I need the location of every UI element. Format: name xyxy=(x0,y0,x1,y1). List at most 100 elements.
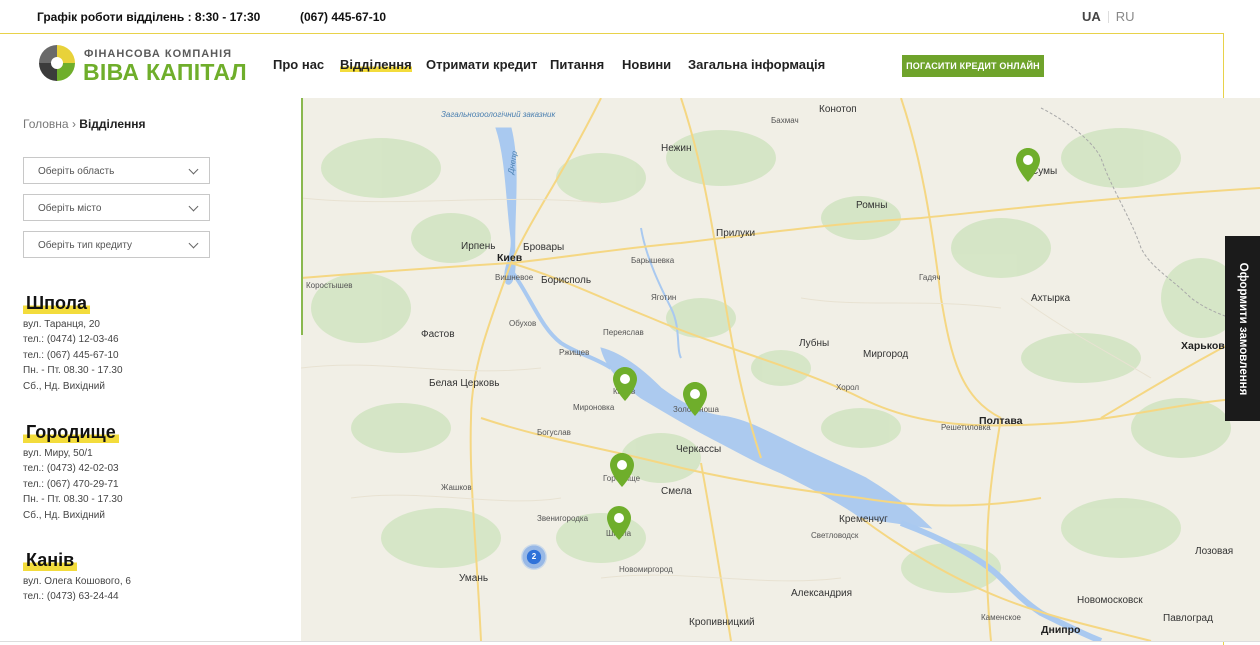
map-label-city: Фастов xyxy=(421,329,455,340)
map-label-city: Ахтырка xyxy=(1031,293,1071,304)
breadcrumb-home[interactable]: Головна xyxy=(23,117,69,131)
order-side-tab-label: Оформити замовлення xyxy=(1236,262,1249,395)
map-label-city: Смела xyxy=(661,486,692,497)
map-label-city: Бровары xyxy=(523,242,565,253)
map-label-city: Ирпень xyxy=(461,241,496,252)
logo-mark-icon xyxy=(39,45,75,81)
map-label-town: Хорол xyxy=(836,383,860,392)
logo-title: ВІВА КАПІТАЛ xyxy=(83,59,247,85)
lang-divider xyxy=(1107,11,1109,23)
map-label-town: Барышевка xyxy=(631,256,675,265)
branch-card: Канів вул. Олега Кошового, 6 тел.: (0473… xyxy=(23,549,131,605)
branches-map[interactable]: Загальнозоологічний заказник Днепр Киев … xyxy=(301,98,1260,641)
breadcrumb-separator: › xyxy=(71,117,76,131)
map-label-town: Каменское xyxy=(981,613,1021,622)
map-label-city: Полтава xyxy=(979,415,1023,427)
branch-name: Канів xyxy=(23,549,78,571)
branch-card: Шпола вул. Таранця, 20 тел.: (0474) 12-0… xyxy=(23,292,123,394)
map-label-zakaznik: Загальнозоологічний заказник xyxy=(441,110,556,119)
top-bar: Графік роботи відділень : 8:30 - 17:30 (… xyxy=(0,0,1260,34)
nav-get-credit[interactable]: Отримати кредит xyxy=(426,57,537,72)
map-pin-icon[interactable] xyxy=(607,506,631,540)
credit-type-select[interactable]: Оберіть тип кредиту xyxy=(23,231,210,258)
branch-phone[interactable]: тел.: (067) 470-29-71 xyxy=(23,477,123,492)
map-label-town: Богуслав xyxy=(537,428,571,437)
map-label-city: Павлоград xyxy=(1163,613,1213,624)
branch-weekend: Сб., Нд. Вихідний xyxy=(23,509,105,521)
work-schedule: Графік роботи відділень : 8:30 - 17:30 xyxy=(37,10,261,24)
nav-news[interactable]: Новини xyxy=(622,57,671,72)
map-label-city: Борисполь xyxy=(541,275,592,286)
branch-phone[interactable]: тел.: (0473) 63-24-44 xyxy=(23,589,131,604)
branch-name: Городище xyxy=(23,421,119,443)
map-label-town: Новомиргород xyxy=(619,565,673,574)
map-label-city: Лубны xyxy=(799,338,830,349)
lang-ua[interactable]: UA xyxy=(1082,9,1101,24)
map-label-town: Обухов xyxy=(509,319,537,328)
map-label-city: Лозовая xyxy=(1195,546,1234,557)
map-cluster-marker[interactable]: 2 xyxy=(521,544,547,570)
map-label-town: Светловодск xyxy=(811,531,859,540)
pay-credit-online-button[interactable]: ПОГАСИТИ КРЕДИТ ОНЛАЙН xyxy=(902,55,1044,77)
language-switcher: UA RU xyxy=(1082,9,1135,24)
order-side-tab[interactable]: Оформити замовлення xyxy=(1225,236,1260,421)
map-pin-icon[interactable] xyxy=(1016,148,1040,182)
credit-type-select-value: Оберіть тип кредиту xyxy=(38,240,133,251)
branch-name: Шпола xyxy=(23,292,90,314)
map-pin-icon[interactable] xyxy=(610,453,634,487)
map-label-city: Черкассы xyxy=(676,444,722,455)
map-base xyxy=(301,98,1260,641)
map-label-city: Нежин xyxy=(661,143,692,154)
map-label-town: Мироновка xyxy=(573,403,615,412)
map-label-city: Кременчуг xyxy=(839,514,888,525)
branch-hours: Пн. - Пт. 08.30 - 17.30 xyxy=(23,494,123,506)
map-label-city: Новомосковск xyxy=(1077,595,1143,606)
map-label-city: Ромны xyxy=(856,200,888,211)
branch-address: вул. Таранця, 20 xyxy=(23,319,100,330)
nav-about[interactable]: Про нас xyxy=(273,57,324,72)
chevron-down-icon xyxy=(188,164,199,175)
branch-card: Городище вул. Миру, 50/1 тел.: (0473) 42… xyxy=(23,421,123,523)
nav-questions[interactable]: Питання xyxy=(550,57,604,72)
map-label-city: Миргород xyxy=(863,349,909,360)
page-bottom-border xyxy=(0,641,1260,642)
map-label-town: Коростышев xyxy=(306,281,353,290)
lang-ru[interactable]: RU xyxy=(1116,9,1135,24)
header-border-top xyxy=(0,33,1224,34)
branch-weekend: Сб., Нд. Вихідний xyxy=(23,380,105,392)
chevron-down-icon xyxy=(188,201,199,212)
branch-phone[interactable]: тел.: (0473) 42-02-03 xyxy=(23,461,123,476)
city-select[interactable]: Оберіть місто xyxy=(23,194,210,221)
branch-phone[interactable]: тел.: (0474) 12-03-46 xyxy=(23,332,123,347)
map-pin-icon[interactable] xyxy=(613,367,637,401)
region-select[interactable]: Оберіть область xyxy=(23,157,210,184)
chevron-down-icon xyxy=(188,238,199,249)
map-label-city: Киев xyxy=(497,252,523,264)
branch-phone[interactable]: тел.: (067) 445-67-10 xyxy=(23,348,123,363)
nav-branches[interactable]: Відділення xyxy=(340,57,412,72)
map-label-city: Кропивницкий xyxy=(689,617,755,628)
nav-general-info[interactable]: Загальна інформація xyxy=(688,57,825,72)
breadcrumb: Головна › Відділення xyxy=(23,117,146,131)
map-label-city: Конотоп xyxy=(819,104,857,115)
map-label-city: Александрия xyxy=(791,588,853,599)
branch-hours: Пн. - Пт. 08.30 - 17.30 xyxy=(23,365,123,377)
map-label-city: Харьков xyxy=(1181,340,1225,352)
branch-address: вул. Миру, 50/1 xyxy=(23,448,93,459)
city-select-value: Оберіть місто xyxy=(38,203,102,214)
map-label-town: Бахмач xyxy=(771,116,799,125)
branch-address: вул. Олега Кошового, 6 xyxy=(23,576,131,587)
map-pin-icon[interactable] xyxy=(683,382,707,416)
map-label-town: Яготин xyxy=(651,293,677,302)
company-logo[interactable]: ФІНАНСОВА КОМПАНІЯ ВІВА КАПІТАЛ xyxy=(37,43,247,87)
header-phone[interactable]: (067) 445-67-10 xyxy=(300,10,386,24)
map-label-town: Вишневое xyxy=(495,273,534,282)
map-label-town: Ржищев xyxy=(559,348,590,357)
map-label-town: Звенигородка xyxy=(537,514,589,523)
map-label-town: Переяслав xyxy=(603,328,644,337)
map-label-city: Умань xyxy=(459,573,489,584)
map-label-city: Прилуки xyxy=(716,228,756,239)
map-label-city: Днипро xyxy=(1041,624,1081,636)
breadcrumb-current: Відділення xyxy=(79,117,146,131)
map-label-city: Белая Церковь xyxy=(429,378,500,389)
